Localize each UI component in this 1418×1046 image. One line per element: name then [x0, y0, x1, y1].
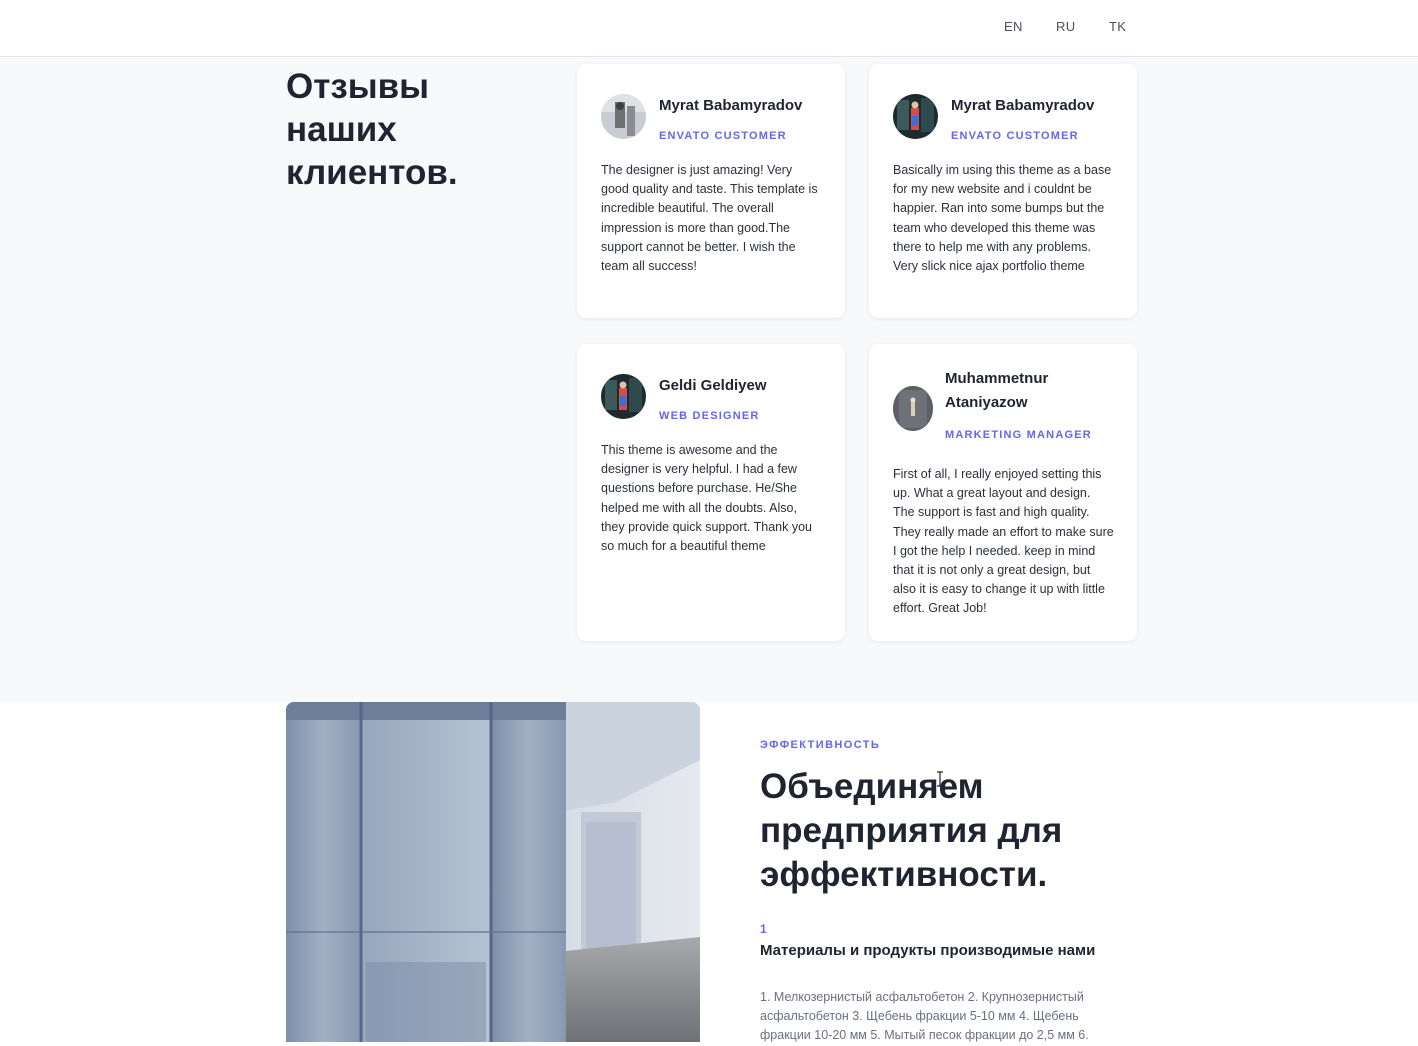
avatar: [893, 386, 933, 431]
efficiency-section: ЭФФЕКТИВНОСТЬ Объединяем предприятия для…: [0, 702, 1418, 1042]
reviewer-role: ENVATO CUSTOMER: [659, 130, 787, 142]
text-cursor-icon: [937, 771, 943, 787]
concrete-pillars-photo: [286, 702, 700, 1042]
review-text: This theme is awesome and the designer i…: [601, 443, 813, 554]
step-number: 1: [760, 922, 767, 936]
avatar: [601, 94, 646, 139]
review-text: First of all, I really enjoyed setting t…: [893, 467, 1114, 616]
testimonials-section: Отзывы наших клиентов. Myrat Babamyradov…: [0, 57, 1418, 702]
section-eyebrow: ЭФФЕКТИВНОСТЬ: [760, 739, 881, 751]
reviewer-name: Geldi Geldiyew: [659, 377, 767, 394]
reviewer-role: ENVATO CUSTOMER: [951, 130, 1079, 142]
top-navigation-bar: EN RU TK: [0, 0, 1418, 57]
testimonial-card: Myrat Babamyradov ENVATO CUSTOMER The de…: [577, 64, 845, 318]
review-text: The designer is just amazing! Very good …: [601, 163, 818, 274]
testimonials-heading: Отзывы наших клиентов.: [286, 67, 458, 192]
step-description: 1. Мелкозернистый асфальтобетон 2. Крупн…: [760, 990, 1089, 1043]
review-text: Basically im using this theme as a base …: [893, 163, 1112, 274]
testimonial-card: Myrat Babamyradov ENVATO CUSTOMER Basica…: [869, 64, 1137, 318]
language-en-link[interactable]: EN: [1004, 19, 1023, 34]
reviewer-name: Muhammetnur Ataniyazow: [945, 370, 1049, 411]
testimonial-card: Geldi Geldiyew WEB DESIGNER This theme i…: [577, 344, 845, 641]
step-title: Материалы и продукты производимые нами: [760, 942, 1096, 959]
language-ru-link[interactable]: RU: [1056, 19, 1075, 34]
avatar: [893, 94, 938, 139]
reviewer-role: WEB DESIGNER: [659, 410, 760, 422]
testimonial-card: Muhammetnur Ataniyazow MARKETING MANAGER…: [869, 344, 1137, 641]
reviewer-name: Myrat Babamyradov: [951, 97, 1095, 114]
language-tk-link[interactable]: TK: [1109, 19, 1126, 34]
reviewer-role: MARKETING MANAGER: [945, 429, 1092, 441]
reviewer-name: Myrat Babamyradov: [659, 97, 803, 114]
avatar: [601, 374, 646, 419]
section-heading: Объединяем предприятия для эффективности…: [760, 767, 1063, 894]
